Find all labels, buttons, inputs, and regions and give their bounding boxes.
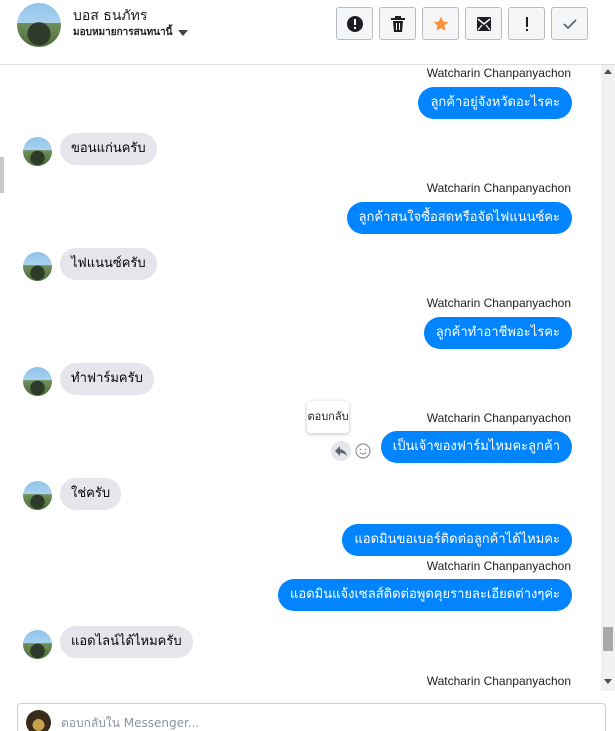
- page-avatar: [26, 710, 51, 731]
- report-button[interactable]: [336, 7, 373, 40]
- outgoing-message[interactable]: ลูกค้าทำอาชีพอะไรคะ: [423, 317, 572, 349]
- sender-name: Watcharin Chanpanyachon: [426, 674, 571, 688]
- scroll-up-arrow-icon[interactable]: [604, 69, 612, 74]
- incoming-message[interactable]: แอดไลน์ได้ไหมครับ: [60, 626, 193, 658]
- incoming-message[interactable]: ใช่ครับ: [60, 478, 122, 510]
- contact-avatar-small: [23, 137, 52, 166]
- sender-name: Watcharin Chanpanyachon: [426, 559, 571, 573]
- check-icon: [562, 18, 577, 29]
- message-actions: [331, 441, 371, 461]
- contact-avatar-small: [23, 481, 52, 510]
- scroll-down-arrow-icon[interactable]: [604, 679, 612, 684]
- star-icon: [433, 16, 448, 31]
- outgoing-message[interactable]: ลูกค้าอยู่จังหวัดอะไรคะ: [418, 87, 572, 119]
- conversation-toolbar: [336, 7, 588, 40]
- incoming-message[interactable]: ทำฟาร์มครับ: [60, 363, 154, 395]
- exclamation-circle-icon: [346, 15, 363, 32]
- done-button[interactable]: [551, 7, 588, 40]
- sender-name: Watcharin Chanpanyachon: [426, 66, 571, 80]
- trash-icon: [390, 15, 405, 32]
- emoji-reaction-icon[interactable]: [355, 443, 371, 459]
- exclamation-icon: [525, 16, 528, 31]
- thread-scrollbar[interactable]: [601, 65, 615, 691]
- contact-avatar-small: [23, 630, 52, 659]
- star-button[interactable]: [422, 7, 459, 40]
- conversation-header: บอส ธนภัทร มอบหมายการสนทนานี้: [0, 0, 615, 65]
- outgoing-message[interactable]: เป็นเจ้าของฟาร์มไหมคะลูกค้า: [380, 431, 572, 463]
- reply-tooltip: ตอบกลับ: [307, 401, 349, 433]
- outgoing-message[interactable]: แอดมินแจ้งเซลส์ติดต่อพูดคุยรายละเอียดต่า…: [278, 579, 572, 611]
- contact-avatar-small: [23, 367, 52, 396]
- mark-unread-button[interactable]: [465, 7, 502, 40]
- resize-handle[interactable]: [0, 157, 4, 193]
- caret-down-icon: [178, 29, 189, 36]
- contact-avatar[interactable]: [17, 3, 61, 47]
- incoming-message[interactable]: ขอนแก่นครับ: [60, 133, 157, 165]
- sender-name: Watcharin Chanpanyachon: [426, 296, 571, 310]
- sender-name: Watcharin Chanpanyachon: [426, 411, 571, 425]
- assign-conversation-dropdown[interactable]: มอบหมายการสนทนานี้: [73, 25, 189, 40]
- reply-input[interactable]: [61, 716, 581, 730]
- message-thread[interactable]: Watcharin Chanpanyachon ลูกค้าอยู่จังหวั…: [0, 65, 601, 691]
- sender-name: Watcharin Chanpanyachon: [426, 181, 571, 195]
- contact-name[interactable]: บอส ธนภัทร: [73, 5, 147, 27]
- assign-conversation-label: มอบหมายการสนทนานี้: [73, 27, 173, 38]
- outgoing-message[interactable]: ลูกค้าสนใจซื้อสดหรือจัดไฟแนนซ์คะ: [346, 202, 572, 234]
- outgoing-message[interactable]: แอดมินขอเบอร์ติดต่อลูกค้าได้ไหมคะ: [342, 524, 572, 556]
- spam-button[interactable]: [508, 7, 545, 40]
- delete-button[interactable]: [379, 7, 416, 40]
- envelope-icon: [476, 16, 491, 31]
- incoming-message[interactable]: ไฟแนนซ์ครับ: [60, 248, 157, 280]
- reply-composer: [17, 703, 606, 731]
- scrollbar-thumb[interactable]: [603, 627, 613, 651]
- reply-icon[interactable]: [331, 441, 351, 461]
- contact-avatar-small: [23, 252, 52, 281]
